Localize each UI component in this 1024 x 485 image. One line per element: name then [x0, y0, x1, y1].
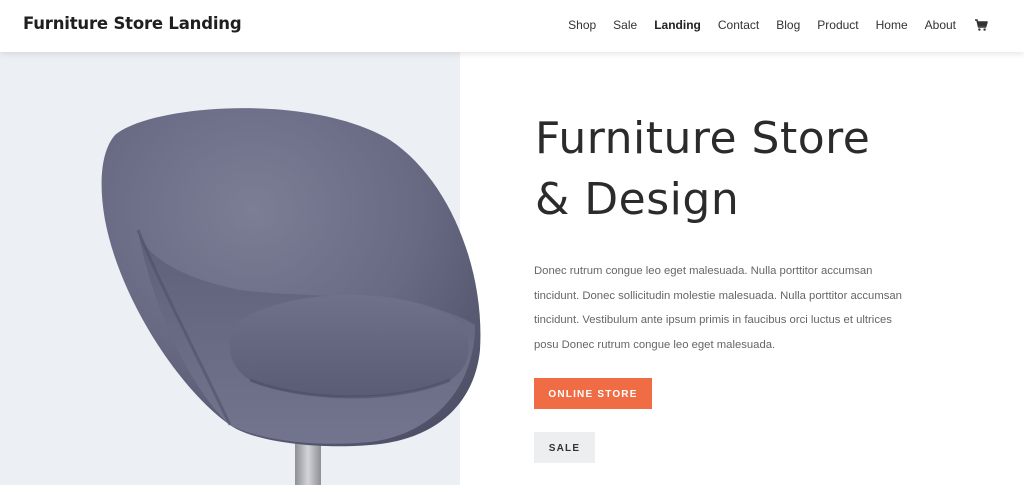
- nav-item-shop[interactable]: Shop: [568, 18, 596, 32]
- nav-item-about[interactable]: About: [925, 18, 956, 32]
- cart-icon[interactable]: [974, 18, 988, 32]
- hero-body-text: Donec rutrum congue leo eget malesuada. …: [534, 265, 902, 351]
- nav-item-contact[interactable]: Contact: [718, 18, 759, 32]
- chair-image: [101, 108, 481, 485]
- nav-item-landing[interactable]: Landing: [654, 18, 701, 32]
- hero-headline: Furniture Store & Design: [535, 108, 955, 230]
- sale-button[interactable]: SALE: [534, 432, 595, 463]
- hero-headline-line1: Furniture Store: [535, 113, 871, 164]
- site-brand[interactable]: Furniture Store Landing: [23, 14, 242, 33]
- nav-item-sale[interactable]: Sale: [613, 18, 637, 32]
- nav-item-home[interactable]: Home: [876, 18, 908, 32]
- site-header: Furniture Store Landing Shop Sale Landin…: [0, 0, 1024, 52]
- nav-item-product[interactable]: Product: [817, 18, 858, 32]
- online-store-button[interactable]: ONLINE STORE: [534, 378, 652, 409]
- hero-headline-line2: & Design: [535, 174, 740, 225]
- main-nav: Shop Sale Landing Contact Blog Product H…: [551, 18, 988, 32]
- nav-item-blog[interactable]: Blog: [776, 18, 800, 32]
